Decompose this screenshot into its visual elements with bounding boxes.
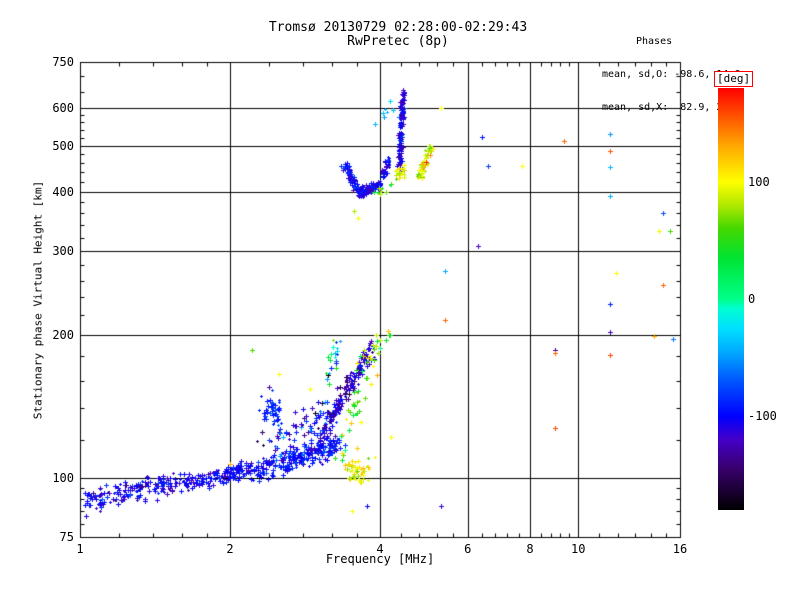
x-tick-label: 6 — [464, 542, 472, 556]
ionogram-app: Tromsø 20130729 02:28:00-02:29:43 RwPret… — [0, 0, 800, 600]
y-tick-label: 400 — [52, 184, 74, 199]
y-axis-label: Stationary phase Virtual Height [km] — [31, 180, 45, 420]
phase-stats-title: Phases — [636, 36, 673, 47]
y-tick-label: 500 — [52, 138, 74, 153]
y-tick-label: 750 — [52, 55, 74, 69]
x-tick-label: 10 — [571, 542, 586, 556]
x-tick-label: 1 — [76, 542, 84, 556]
colorbar-tick-label: 100 — [748, 174, 770, 189]
colorbar-tick-label: 0 — [748, 292, 756, 306]
phase-colorbar — [718, 88, 744, 510]
y-tick-label: 600 — [52, 101, 74, 116]
x-tick-label: 8 — [526, 542, 534, 556]
colorbar-tick-label: -100 — [748, 409, 777, 424]
y-tick-label: 200 — [52, 327, 74, 342]
x-tick-label: 4 — [376, 542, 384, 556]
colorbar-unit-label: [deg] — [714, 71, 754, 87]
x-tick-label: 16 — [672, 542, 688, 556]
x-tick-label: 2 — [226, 542, 234, 556]
y-tick-label: 300 — [52, 244, 74, 259]
y-tick-label: 100 — [52, 470, 74, 485]
